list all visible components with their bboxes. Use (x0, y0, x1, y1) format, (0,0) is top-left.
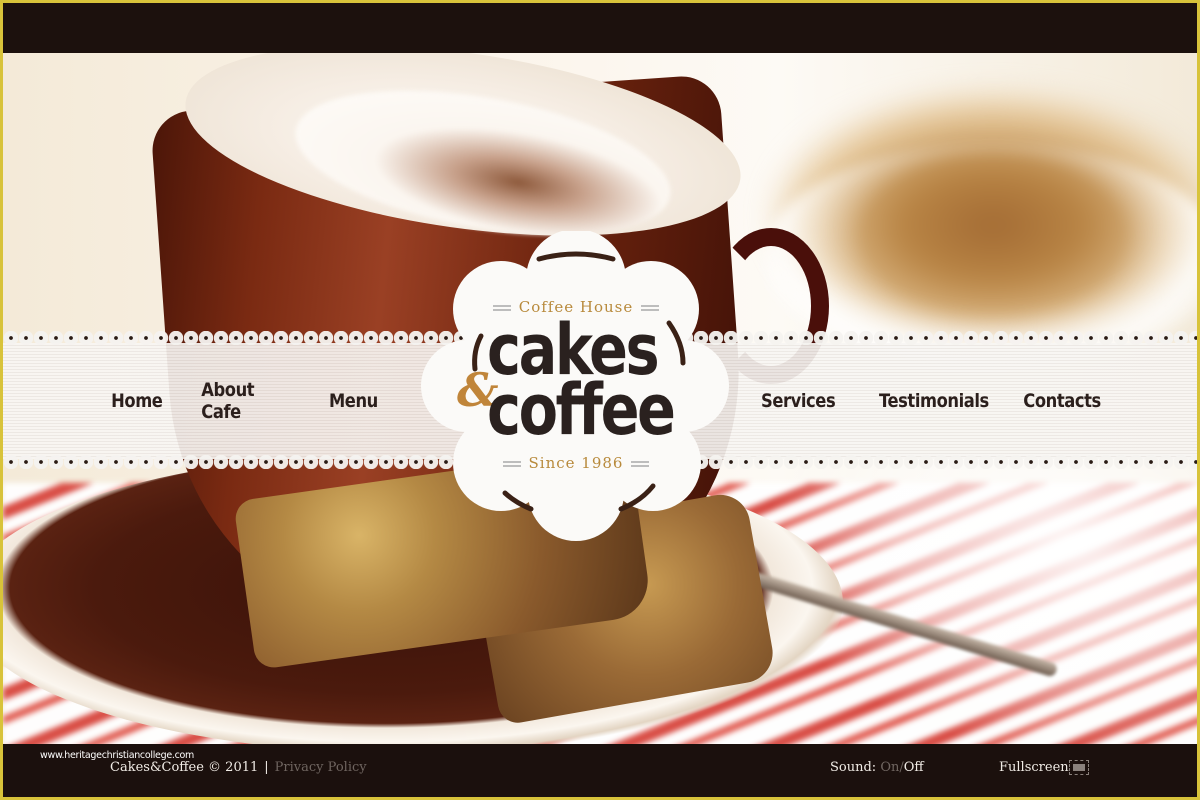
fullscreen-icon-inner (1073, 764, 1085, 771)
decorative-dash (502, 461, 521, 467)
site-logo[interactable]: Coffee House cakes & coffee Since 1986 (421, 231, 731, 541)
logo-word-coffee: coffee (487, 369, 676, 451)
nav-item-about-cafe[interactable]: About Cafe (201, 379, 254, 423)
sound-label: Sound: (830, 760, 877, 775)
fullscreen-button[interactable]: Fullscreen (999, 760, 1069, 775)
logo-tagline-bottom: Since 1986 (421, 454, 731, 472)
privacy-policy-link[interactable]: Privacy Policy (275, 760, 367, 775)
nav-item-contacts[interactable]: Contacts (1023, 390, 1101, 412)
fullscreen-icon[interactable] (1069, 760, 1089, 775)
footer-copyright: Cakes&Coffee © 2011 | Privacy Policy (110, 760, 367, 775)
footer: www.heritagechristiancollege.com Cakes&C… (3, 744, 1197, 797)
footer-separator: | (264, 760, 269, 775)
sound-on-button[interactable]: On (880, 760, 899, 775)
nav-item-menu[interactable]: Menu (329, 390, 378, 412)
sound-off-button[interactable]: Off (904, 760, 924, 775)
decorative-dash (631, 461, 650, 467)
page-frame: Home About Cafe Menu Services Testimonia… (3, 3, 1197, 797)
nav-item-services[interactable]: Services (761, 390, 836, 412)
nav-item-home[interactable]: Home (111, 390, 163, 412)
nav-item-testimonials[interactable]: Testimonials (879, 390, 989, 412)
sound-toggle: Sound: On/Off (830, 760, 924, 775)
top-bar (3, 3, 1197, 53)
copyright-text: Cakes&Coffee © 2011 (110, 760, 259, 775)
tagline-bottom-text: Since 1986 (528, 454, 624, 472)
